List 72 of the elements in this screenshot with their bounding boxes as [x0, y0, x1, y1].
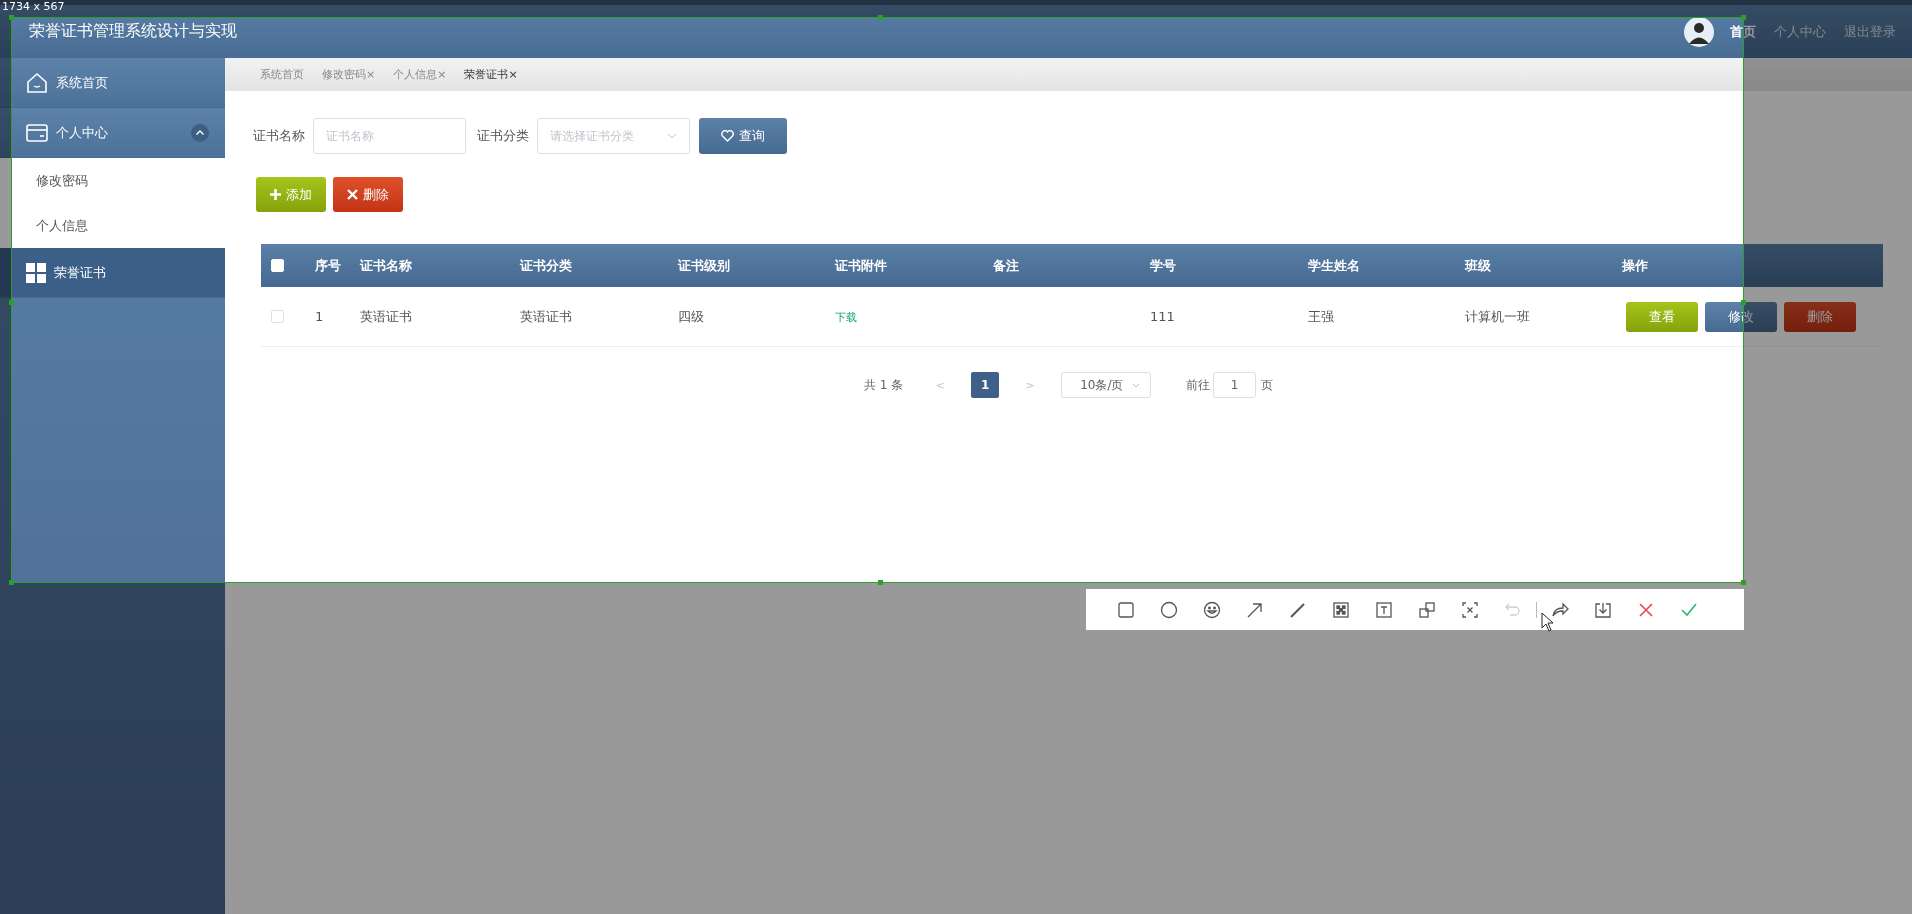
plus-icon — [270, 189, 281, 200]
column-header: 证书附件 — [835, 256, 888, 275]
field-label: 证书名称 — [253, 127, 305, 145]
app-title: 荣誉证书管理系统设计与实现 — [29, 21, 237, 42]
table-cell: 111 — [1150, 309, 1175, 324]
page-input[interactable]: 1 — [1213, 372, 1257, 398]
sidebar-item[interactable]: 个人中心 — [0, 108, 225, 158]
grid-icon — [26, 262, 46, 283]
row-action-button[interactable]: 修改 — [1705, 301, 1777, 332]
name-input[interactable]: 证书名称 — [313, 118, 466, 154]
avatar-icon — [1684, 16, 1714, 47]
heart-icon — [721, 130, 734, 142]
column-header: 证书分类 — [520, 256, 573, 275]
column-header: 学生姓名 — [1308, 256, 1361, 275]
resize-handle[interactable] — [877, 580, 883, 585]
table-cell: 1 — [315, 309, 324, 324]
square-icon[interactable] — [1116, 599, 1136, 620]
action-button[interactable]: 添加 — [256, 177, 326, 212]
page-tab[interactable]: 个人信息× — [393, 67, 447, 82]
caret-icon — [1132, 382, 1141, 388]
table-cell: 英语证书 — [360, 308, 412, 324]
text-icon[interactable] — [1374, 599, 1394, 620]
table-cell: 计算机一班 — [1465, 308, 1530, 324]
scan-icon[interactable] — [1460, 599, 1480, 620]
cross-icon — [347, 189, 358, 200]
selection-size: 1734 x 567 — [2, 0, 65, 13]
column-header: 证书级别 — [678, 256, 731, 275]
nav-link[interactable]: 个人中心 — [1774, 22, 1826, 41]
resize-handle[interactable] — [877, 15, 883, 20]
page-size-select[interactable]: 10条/页 — [1061, 372, 1152, 398]
resize-handle[interactable] — [9, 15, 14, 20]
circle-icon[interactable] — [1159, 599, 1179, 620]
resize-handle[interactable] — [9, 580, 14, 585]
page-tab[interactable]: 修改密码× — [322, 67, 376, 82]
mosaic-icon[interactable] — [1331, 599, 1351, 620]
table-cell: 王强 — [1308, 308, 1334, 324]
field-label: 证书分类 — [477, 127, 529, 145]
sidebar-item[interactable]: 荣誉证书 — [0, 248, 225, 298]
download-link[interactable]: 下载 — [835, 310, 857, 324]
resize-handle[interactable] — [1741, 300, 1746, 305]
page-tab[interactable]: 荣誉证书× — [464, 67, 518, 82]
card-icon — [26, 122, 48, 143]
home-icon — [26, 71, 48, 94]
page-number[interactable]: 1 — [971, 372, 1000, 398]
resize-handle[interactable] — [1741, 580, 1746, 585]
goto-label: 前往 — [1186, 376, 1211, 394]
resize-handle[interactable] — [1741, 15, 1746, 20]
resize-handle[interactable] — [9, 300, 14, 305]
checkbox[interactable] — [271, 310, 284, 323]
column-header: 序号 — [315, 256, 342, 275]
page-tab[interactable]: 系统首页 — [260, 67, 304, 82]
table-cell: 英语证书 — [520, 308, 572, 324]
column-header: 操作 — [1622, 256, 1649, 275]
page-suffix: 页 — [1261, 376, 1274, 394]
nav-link[interactable]: 首页 — [1730, 22, 1756, 41]
row-action-button[interactable]: 查看 — [1626, 301, 1698, 332]
submenu-item[interactable]: 修改密码 — [0, 158, 225, 203]
layers-icon[interactable] — [1417, 599, 1437, 620]
caret-icon — [667, 133, 677, 139]
sidebar-item[interactable]: 系统首页 — [0, 58, 225, 108]
column-header: 证书名称 — [360, 256, 413, 275]
search-button[interactable]: 查询 — [699, 118, 787, 154]
action-button[interactable]: 删除 — [333, 177, 403, 212]
table-cell: 四级 — [678, 308, 704, 324]
column-header: 学号 — [1150, 256, 1177, 275]
row-action-button[interactable]: 删除 — [1784, 301, 1856, 332]
submenu-item[interactable]: 个人信息 — [0, 203, 225, 248]
column-header: 备注 — [993, 256, 1020, 275]
column-header: 班级 — [1465, 256, 1492, 275]
smiley-icon[interactable] — [1202, 599, 1222, 620]
nav-link[interactable]: 退出登录 — [1844, 22, 1896, 41]
total-count: 共 1 条 — [863, 376, 904, 394]
